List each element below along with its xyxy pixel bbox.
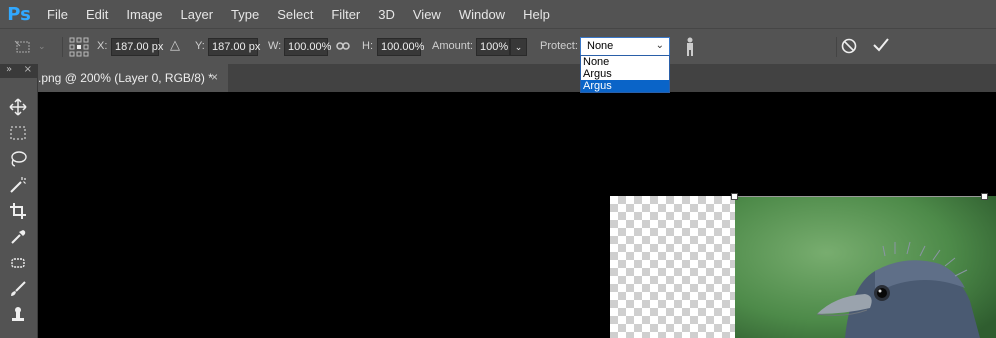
transform-bounding-box: [735, 196, 985, 197]
menu-image[interactable]: Image: [117, 7, 171, 22]
y-input[interactable]: 187.00 px: [208, 38, 260, 56]
magic-wand-icon[interactable]: [7, 174, 29, 196]
collapse-panel-icon[interactable]: »: [6, 64, 12, 78]
transparent-area: [610, 196, 735, 338]
transform-handle[interactable]: [981, 193, 988, 200]
protect-option[interactable]: None: [581, 56, 669, 68]
brush-icon[interactable]: [7, 278, 29, 300]
clone-stamp-icon[interactable]: [7, 304, 29, 326]
amount-dropdown-button[interactable]: ⌄: [510, 38, 527, 56]
commit-transform-icon[interactable]: [872, 37, 890, 56]
cancel-transform-icon[interactable]: [841, 38, 857, 57]
menu-select[interactable]: Select: [268, 7, 322, 22]
reference-point-icon[interactable]: [69, 37, 89, 57]
healing-icon[interactable]: [7, 252, 29, 274]
close-icon[interactable]: ×: [211, 70, 218, 84]
divider: [836, 37, 837, 57]
document-tab-title: .png @ 200% (Layer 0, RGB/8) *: [38, 71, 213, 85]
w-label: W:: [268, 40, 282, 52]
photoshop-logo: Ps: [7, 3, 31, 25]
chevron-down-icon: ⌄: [514, 42, 523, 52]
options-bar: ⌄ X: 187.00 px △ Y: 187.00 px W: 100.00%…: [0, 28, 996, 64]
amount-label: Amount:: [432, 40, 473, 52]
tool-preset-picker[interactable]: ⌄: [14, 39, 54, 55]
protect-skin-tones-icon[interactable]: [684, 37, 696, 60]
document-tab[interactable]: .png @ 200% (Layer 0, RGB/8) * ×: [38, 64, 228, 92]
marquee-icon[interactable]: [7, 122, 29, 144]
protect-dropdown-list: None Argus Argus: [580, 55, 670, 93]
chevron-down-icon: ⌄: [655, 40, 664, 51]
lasso-icon[interactable]: [7, 148, 29, 170]
menu-file[interactable]: File: [38, 7, 77, 22]
divider: [62, 37, 63, 57]
more-icon[interactable]: [7, 330, 29, 338]
protect-selected-value: None: [587, 40, 614, 52]
h-input[interactable]: 100.00%: [377, 38, 424, 56]
protect-label: Protect:: [540, 40, 578, 52]
chevron-down-icon: ⌄: [38, 42, 46, 52]
transform-handle[interactable]: [731, 193, 738, 200]
crop-icon[interactable]: [7, 200, 29, 222]
transform-tool-icon: [14, 40, 30, 53]
menu-layer[interactable]: Layer: [172, 7, 223, 22]
menu-bar: Ps File Edit Image Layer Type Select Fil…: [0, 0, 996, 28]
x-input[interactable]: 187.00 px: [111, 38, 163, 56]
menu-edit[interactable]: Edit: [77, 7, 117, 22]
amount-input[interactable]: 100%: [476, 38, 510, 56]
menu-3d[interactable]: 3D: [369, 7, 404, 22]
delta-icon[interactable]: △: [170, 38, 180, 53]
menu-view[interactable]: View: [404, 7, 450, 22]
bird-photo: [735, 196, 996, 338]
y-label: Y:: [195, 40, 205, 52]
protect-select[interactable]: None ⌄: [580, 37, 670, 56]
toolbar-header: » ×: [0, 64, 38, 78]
x-label: X:: [97, 40, 108, 52]
menu-help[interactable]: Help: [514, 7, 559, 22]
menu-window[interactable]: Window: [450, 7, 514, 22]
move-icon[interactable]: [7, 96, 29, 118]
menu-filter[interactable]: Filter: [322, 7, 369, 22]
w-input[interactable]: 100.00%: [284, 38, 331, 56]
link-icon[interactable]: [336, 39, 350, 56]
tools-panel: [0, 78, 38, 338]
close-panel-icon[interactable]: ×: [24, 64, 32, 78]
protect-option[interactable]: Argus: [581, 68, 669, 80]
eyedropper-icon[interactable]: [7, 226, 29, 248]
protect-option-highlighted[interactable]: Argus: [581, 80, 669, 92]
menu-type[interactable]: Type: [222, 7, 268, 22]
h-label: H:: [362, 40, 373, 52]
